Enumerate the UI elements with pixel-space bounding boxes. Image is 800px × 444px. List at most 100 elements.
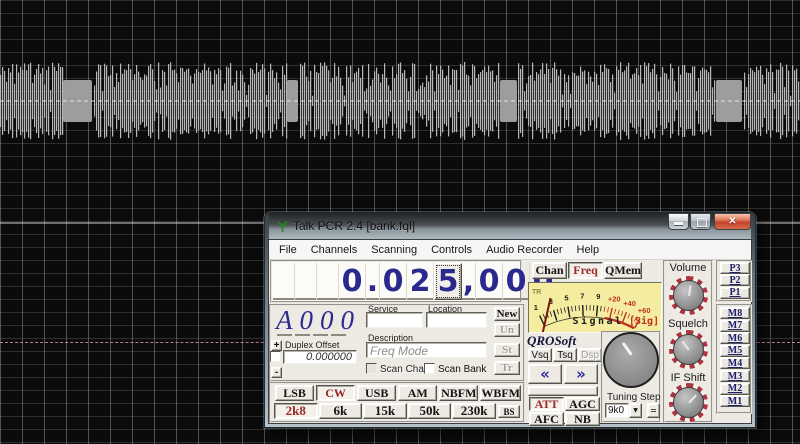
st-button: St [494, 343, 520, 357]
freq-digit[interactable]: 5 [434, 263, 462, 300]
preset-p3-button[interactable]: P3 [720, 262, 750, 274]
un-button: Un [494, 323, 520, 337]
memory-m4-button[interactable]: M4 [720, 357, 750, 370]
volume-knob[interactable] [669, 276, 708, 315]
chevron-down-icon: ▼ [633, 407, 638, 414]
spacer-button[interactable] [528, 386, 598, 396]
filter-230k[interactable]: 230k [452, 403, 496, 419]
menu-help[interactable]: Help [570, 242, 607, 258]
duplex-plus-button[interactable]: + [271, 340, 282, 351]
tab-chan[interactable]: Chan [532, 262, 568, 279]
freq-digit[interactable]: , [462, 263, 476, 300]
mode-cw[interactable]: CW [316, 385, 356, 401]
duplex-checkbox[interactable] [270, 351, 281, 362]
audio-editor-background: Talk PCR 2.4 [bank.fql] ✕ File Channels Sc… [0, 0, 800, 444]
freq-digit[interactable]: 0 [380, 263, 407, 300]
freq-digit-blank[interactable] [317, 263, 339, 300]
tsq-button[interactable]: Tsq [553, 348, 577, 362]
afc-toggle[interactable]: AFC [529, 412, 564, 426]
freq-digit[interactable]: 2 [407, 263, 434, 300]
service-input[interactable] [366, 312, 423, 328]
if-shift-knob[interactable] [669, 383, 708, 422]
svg-text:TR: TR [532, 289, 541, 296]
close-button[interactable]: ✕ [714, 213, 751, 230]
channel-digit-underline[interactable] [331, 334, 346, 336]
vsq-button[interactable]: Vsq [528, 348, 552, 362]
channel-digit-underline[interactable] [313, 334, 328, 336]
channel-id-display: A000 [276, 305, 361, 335]
scan-chan-checkbox[interactable] [366, 363, 377, 374]
scan-bank-label: Scan Bank [438, 364, 487, 375]
squelch-knob[interactable] [669, 330, 708, 369]
freq-digit[interactable]: 0 [339, 263, 366, 300]
mode-usb[interactable]: USB [357, 385, 397, 401]
menu-channels[interactable]: Channels [304, 242, 364, 258]
menu-audio-recorder[interactable]: Audio Recorder [479, 242, 569, 258]
step-up-button[interactable]: » [564, 364, 598, 384]
signal-meter: 13 5 7 9 +20+40+60TRSignal [Sig] [528, 282, 662, 333]
memory-m6-button[interactable]: M6 [720, 332, 750, 345]
filter-50k[interactable]: 50k [407, 403, 452, 419]
freq-digit-blank[interactable] [273, 263, 295, 300]
mode-am[interactable]: AM [398, 385, 438, 401]
new-button[interactable]: New [494, 307, 520, 321]
freq-digit[interactable]: 0 [476, 263, 503, 300]
menu-file[interactable]: File [272, 242, 304, 258]
duplex-offset-value[interactable]: 0.000000 [283, 350, 357, 364]
svg-text:5: 5 [564, 293, 568, 302]
mode-nbfm[interactable]: NBFM [439, 385, 479, 401]
mode-wbfm[interactable]: WBFM [480, 385, 521, 401]
scan-chan-label: Scan Chan [380, 364, 430, 375]
qrosoft-logo: QROSoft [527, 333, 577, 348]
duplex-minus-button[interactable]: - [271, 367, 282, 378]
tuning-knob[interactable] [603, 332, 659, 388]
minimize-button[interactable] [668, 213, 689, 230]
maximize-button[interactable] [690, 213, 711, 230]
memory-m5-button[interactable]: M5 [720, 344, 750, 357]
minimize-icon [674, 222, 683, 225]
freq-digit-blank[interactable] [295, 263, 317, 300]
squelch-knob-pointer [680, 340, 690, 351]
filter-15k[interactable]: 15k [363, 403, 407, 419]
location-input[interactable] [426, 312, 487, 328]
nb-toggle[interactable]: NB [565, 412, 600, 426]
tuning-step-dropdown-button[interactable]: ▼ [629, 403, 642, 418]
menu-controls[interactable]: Controls [424, 242, 479, 258]
tab-qmem[interactable]: QMem [604, 262, 643, 279]
tuning-step-value[interactable]: 9k0 [605, 403, 629, 418]
antenna-app-icon [277, 220, 288, 232]
freq-digit[interactable]: 0 [503, 263, 530, 300]
freq-digit[interactable]: . [366, 263, 380, 300]
tuning-step-label: Tuning Step [607, 392, 661, 403]
channel-digit-underline[interactable] [295, 334, 310, 336]
description-input[interactable]: Freq Mode [366, 342, 487, 358]
memory-m8-button[interactable]: M8 [720, 307, 750, 319]
if-shift-knob-pointer [687, 393, 697, 404]
memory-m1-button[interactable]: M1 [720, 395, 750, 408]
waveform [0, 62, 800, 140]
scan-bank-checkbox[interactable] [424, 363, 435, 374]
tab-freq[interactable]: Freq [568, 262, 604, 279]
svg-text:+40: +40 [623, 299, 636, 308]
tuning-knob-pointer [621, 341, 633, 356]
memory-m2-button[interactable]: M2 [720, 382, 750, 395]
step-down-button[interactable]: « [528, 364, 562, 384]
frequency-display: 0.025,000 [270, 260, 557, 303]
bs-button[interactable]: BS [498, 405, 520, 418]
preset-p1-button[interactable]: P1 [720, 286, 750, 299]
svg-text:1: 1 [534, 303, 538, 312]
dsp-button: Dsp [578, 348, 602, 362]
memory-m3-button[interactable]: M3 [720, 370, 750, 382]
tuning-equals-button[interactable]: = [647, 403, 660, 418]
agc-toggle[interactable]: AGC [565, 397, 600, 411]
maximize-icon [697, 218, 707, 227]
preset-p2-button[interactable]: P2 [720, 274, 750, 287]
filter-2k8[interactable]: 2k8 [274, 403, 318, 419]
filter-6k[interactable]: 6k [318, 403, 363, 419]
channel-digit-underline[interactable] [277, 334, 292, 336]
menu-scanning[interactable]: Scanning [364, 242, 424, 258]
titlebar[interactable]: Talk PCR 2.4 [bank.fql] ✕ [269, 213, 751, 240]
att-toggle[interactable]: ATT [529, 397, 564, 411]
mode-lsb[interactable]: LSB [275, 385, 315, 401]
memory-m7-button[interactable]: M7 [720, 319, 750, 332]
